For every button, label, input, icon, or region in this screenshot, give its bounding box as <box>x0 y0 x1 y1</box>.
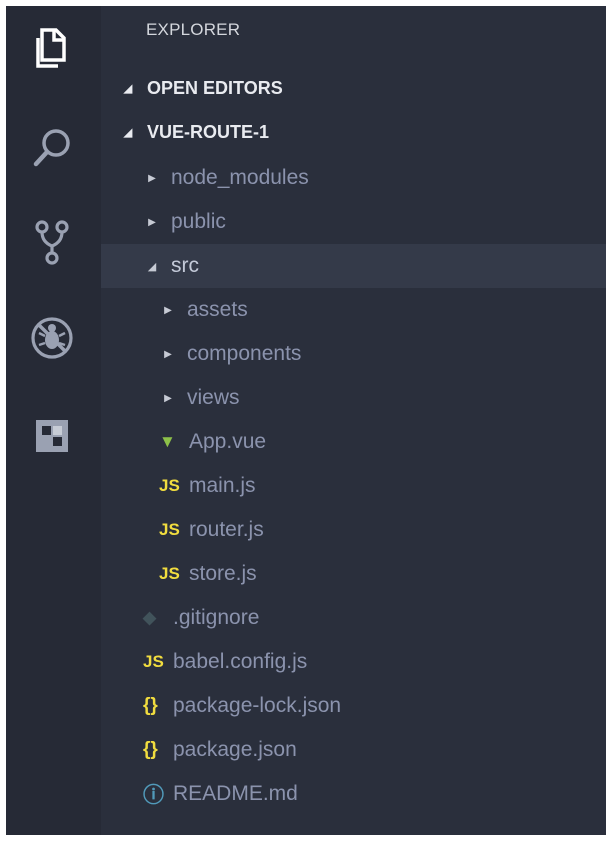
tree-item-store-js[interactable]: JS store.js <box>101 552 606 596</box>
tree-item-label: App.vue <box>189 430 267 453</box>
json-icon: {} <box>143 695 158 716</box>
project-label: VUE-ROUTE-1 <box>147 121 270 142</box>
tree-item-label: main.js <box>189 474 256 497</box>
chevron-down-icon: ◢ <box>123 82 133 95</box>
js-icon: JS <box>159 520 180 539</box>
tree-item-label: package-lock.json <box>173 694 342 717</box>
tree-item-label: assets <box>187 298 248 321</box>
tree-item-readme-md[interactable]: ⓘ README.md <box>101 772 606 816</box>
tree-item-public[interactable]: ▶ public <box>101 200 606 244</box>
files-icon[interactable] <box>28 24 76 72</box>
tree-item-label: views <box>187 386 240 409</box>
tree-item-components[interactable]: ▶ components <box>101 332 606 376</box>
tree-item-label: package.json <box>173 738 297 761</box>
tree-item-node-modules[interactable]: ▶ node_modules <box>101 156 606 200</box>
chevron-down-icon: ◢ <box>123 126 133 139</box>
tree-item-assets[interactable]: ▶ assets <box>101 288 606 332</box>
extensions-icon[interactable] <box>28 412 76 460</box>
vue-icon: ▼ <box>159 432 176 451</box>
git-icon: ◆ <box>143 608 157 627</box>
tree-item-label: .gitignore <box>173 606 260 629</box>
open-editors-section[interactable]: ◢ OPEN EDITORS <box>101 66 606 110</box>
chevron-right-icon: ▶ <box>164 392 172 404</box>
open-editors-label: OPEN EDITORS <box>147 77 283 98</box>
info-icon: ⓘ <box>143 784 164 807</box>
vscode-window: EXPLORER ◢ OPEN EDITORS ◢ VUE-ROUTE-1 ▶ … <box>6 6 606 835</box>
tree-item-label: babel.config.js <box>173 650 308 673</box>
project-section[interactable]: ◢ VUE-ROUTE-1 <box>101 110 606 154</box>
tree-item-package-json[interactable]: {} package.json <box>101 728 606 772</box>
chevron-right-icon: ▶ <box>164 348 172 360</box>
tree-item-app-vue[interactable]: ▼ App.vue <box>101 420 606 464</box>
tree-item-babel-config-js[interactable]: JS babel.config.js <box>101 640 606 684</box>
chevron-right-icon: ▶ <box>148 172 156 184</box>
tree-item-router-js[interactable]: JS router.js <box>101 508 606 552</box>
chevron-right-icon: ▶ <box>164 304 172 316</box>
js-icon: JS <box>143 652 164 671</box>
chevron-down-icon: ◢ <box>147 260 157 273</box>
tree-item-label: public <box>171 210 226 233</box>
tree-item-label: store.js <box>189 562 257 585</box>
tree-item-label: router.js <box>189 518 264 541</box>
chevron-right-icon: ▶ <box>148 216 156 228</box>
activity-bar <box>6 6 101 835</box>
tree-item-package-lock-json[interactable]: {} package-lock.json <box>101 684 606 728</box>
source-control-icon[interactable] <box>28 218 76 266</box>
tree-item-label: node_modules <box>171 166 309 189</box>
json-icon: {} <box>143 739 158 760</box>
js-icon: JS <box>159 564 180 583</box>
tree-item-main-js[interactable]: JS main.js <box>101 464 606 508</box>
tree-item-gitignore[interactable]: ◆ .gitignore <box>101 596 606 640</box>
js-icon: JS <box>159 476 180 495</box>
tree-item-label: components <box>187 342 302 365</box>
tree-item-views[interactable]: ▶ views <box>101 376 606 420</box>
search-icon[interactable] <box>28 124 76 172</box>
explorer-panel: EXPLORER ◢ OPEN EDITORS ◢ VUE-ROUTE-1 ▶ … <box>101 6 606 835</box>
tree-item-src[interactable]: ◢ src <box>101 244 606 288</box>
tree-item-label: src <box>171 254 199 277</box>
tree-item-label: README.md <box>173 782 298 805</box>
debug-icon[interactable] <box>28 314 76 362</box>
explorer-title: EXPLORER <box>146 20 241 39</box>
